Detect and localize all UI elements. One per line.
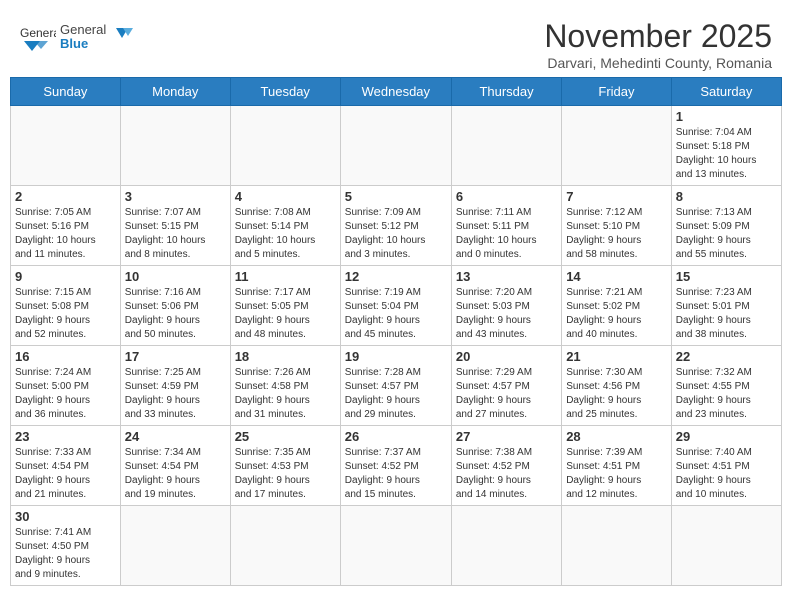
page: General General Blue November 2025 Darva… [0, 0, 792, 612]
col-saturday: Saturday [671, 78, 781, 106]
day-2: 2 Sunrise: 7:05 AM Sunset: 5:16 PM Dayli… [11, 186, 121, 266]
day-12: 12 Sunrise: 7:19 AM Sunset: 5:04 PM Dayl… [340, 266, 451, 346]
day-17: 17 Sunrise: 7:25 AM Sunset: 4:59 PM Dayl… [120, 346, 230, 426]
col-tuesday: Tuesday [230, 78, 340, 106]
day-24: 24 Sunrise: 7:34 AM Sunset: 4:54 PM Dayl… [120, 426, 230, 506]
day-4: 4 Sunrise: 7:08 AM Sunset: 5:14 PM Dayli… [230, 186, 340, 266]
col-monday: Monday [120, 78, 230, 106]
day-empty-11 [562, 506, 672, 586]
logo-text: General Blue [60, 18, 140, 57]
day-empty-1 [11, 106, 121, 186]
week-row-6: 30 Sunrise: 7:41 AM Sunset: 4:50 PM Dayl… [11, 506, 782, 586]
generalblue-logo-icon: General [20, 23, 56, 53]
col-thursday: Thursday [451, 78, 561, 106]
day-28: 28 Sunrise: 7:39 AM Sunset: 4:51 PM Dayl… [562, 426, 672, 506]
day-26: 26 Sunrise: 7:37 AM Sunset: 4:52 PM Dayl… [340, 426, 451, 506]
day-empty-5 [451, 106, 561, 186]
day-11: 11 Sunrise: 7:17 AM Sunset: 5:05 PM Dayl… [230, 266, 340, 346]
month-title: November 2025 [544, 18, 772, 55]
svg-text:General: General [60, 22, 106, 37]
day-6: 6 Sunrise: 7:11 AM Sunset: 5:11 PM Dayli… [451, 186, 561, 266]
day-10: 10 Sunrise: 7:16 AM Sunset: 5:06 PM Dayl… [120, 266, 230, 346]
day-empty-12 [671, 506, 781, 586]
day-23: 23 Sunrise: 7:33 AM Sunset: 4:54 PM Dayl… [11, 426, 121, 506]
svg-text:Blue: Blue [60, 36, 88, 51]
location-subtitle: Darvari, Mehedinti County, Romania [544, 55, 772, 71]
col-sunday: Sunday [11, 78, 121, 106]
day-15: 15 Sunrise: 7:23 AM Sunset: 5:01 PM Dayl… [671, 266, 781, 346]
day-empty-6 [562, 106, 672, 186]
day-14: 14 Sunrise: 7:21 AM Sunset: 5:02 PM Dayl… [562, 266, 672, 346]
day-3: 3 Sunrise: 7:07 AM Sunset: 5:15 PM Dayli… [120, 186, 230, 266]
col-friday: Friday [562, 78, 672, 106]
day-20: 20 Sunrise: 7:29 AM Sunset: 4:57 PM Dayl… [451, 346, 561, 426]
day-1: 1 Sunrise: 7:04 AM Sunset: 5:18 PM Dayli… [671, 106, 781, 186]
day-empty-10 [451, 506, 561, 586]
day-29: 29 Sunrise: 7:40 AM Sunset: 4:51 PM Dayl… [671, 426, 781, 506]
day-empty-8 [230, 506, 340, 586]
day-8: 8 Sunrise: 7:13 AM Sunset: 5:09 PM Dayli… [671, 186, 781, 266]
svg-text:General: General [20, 26, 56, 40]
day-9: 9 Sunrise: 7:15 AM Sunset: 5:08 PM Dayli… [11, 266, 121, 346]
day-5: 5 Sunrise: 7:09 AM Sunset: 5:12 PM Dayli… [340, 186, 451, 266]
week-row-3: 9 Sunrise: 7:15 AM Sunset: 5:08 PM Dayli… [11, 266, 782, 346]
day-27: 27 Sunrise: 7:38 AM Sunset: 4:52 PM Dayl… [451, 426, 561, 506]
week-row-2: 2 Sunrise: 7:05 AM Sunset: 5:16 PM Dayli… [11, 186, 782, 266]
header: General General Blue November 2025 Darva… [10, 10, 782, 77]
day-7: 7 Sunrise: 7:12 AM Sunset: 5:10 PM Dayli… [562, 186, 672, 266]
day-16: 16 Sunrise: 7:24 AM Sunset: 5:00 PM Dayl… [11, 346, 121, 426]
day-empty-2 [120, 106, 230, 186]
day-18: 18 Sunrise: 7:26 AM Sunset: 4:58 PM Dayl… [230, 346, 340, 426]
day-21: 21 Sunrise: 7:30 AM Sunset: 4:56 PM Dayl… [562, 346, 672, 426]
day-30: 30 Sunrise: 7:41 AM Sunset: 4:50 PM Dayl… [11, 506, 121, 586]
day-empty-9 [340, 506, 451, 586]
day-22: 22 Sunrise: 7:32 AM Sunset: 4:55 PM Dayl… [671, 346, 781, 426]
weekday-header-row: Sunday Monday Tuesday Wednesday Thursday… [11, 78, 782, 106]
day-empty-3 [230, 106, 340, 186]
day-19: 19 Sunrise: 7:28 AM Sunset: 4:57 PM Dayl… [340, 346, 451, 426]
day-empty-7 [120, 506, 230, 586]
day-empty-4 [340, 106, 451, 186]
calendar-table: Sunday Monday Tuesday Wednesday Thursday… [10, 77, 782, 586]
day-13: 13 Sunrise: 7:20 AM Sunset: 5:03 PM Dayl… [451, 266, 561, 346]
week-row-5: 23 Sunrise: 7:33 AM Sunset: 4:54 PM Dayl… [11, 426, 782, 506]
logo: General General Blue [20, 18, 140, 57]
week-row-4: 16 Sunrise: 7:24 AM Sunset: 5:00 PM Dayl… [11, 346, 782, 426]
day-25: 25 Sunrise: 7:35 AM Sunset: 4:53 PM Dayl… [230, 426, 340, 506]
title-area: November 2025 Darvari, Mehedinti County,… [544, 18, 772, 71]
week-row-1: 1 Sunrise: 7:04 AM Sunset: 5:18 PM Dayli… [11, 106, 782, 186]
col-wednesday: Wednesday [340, 78, 451, 106]
